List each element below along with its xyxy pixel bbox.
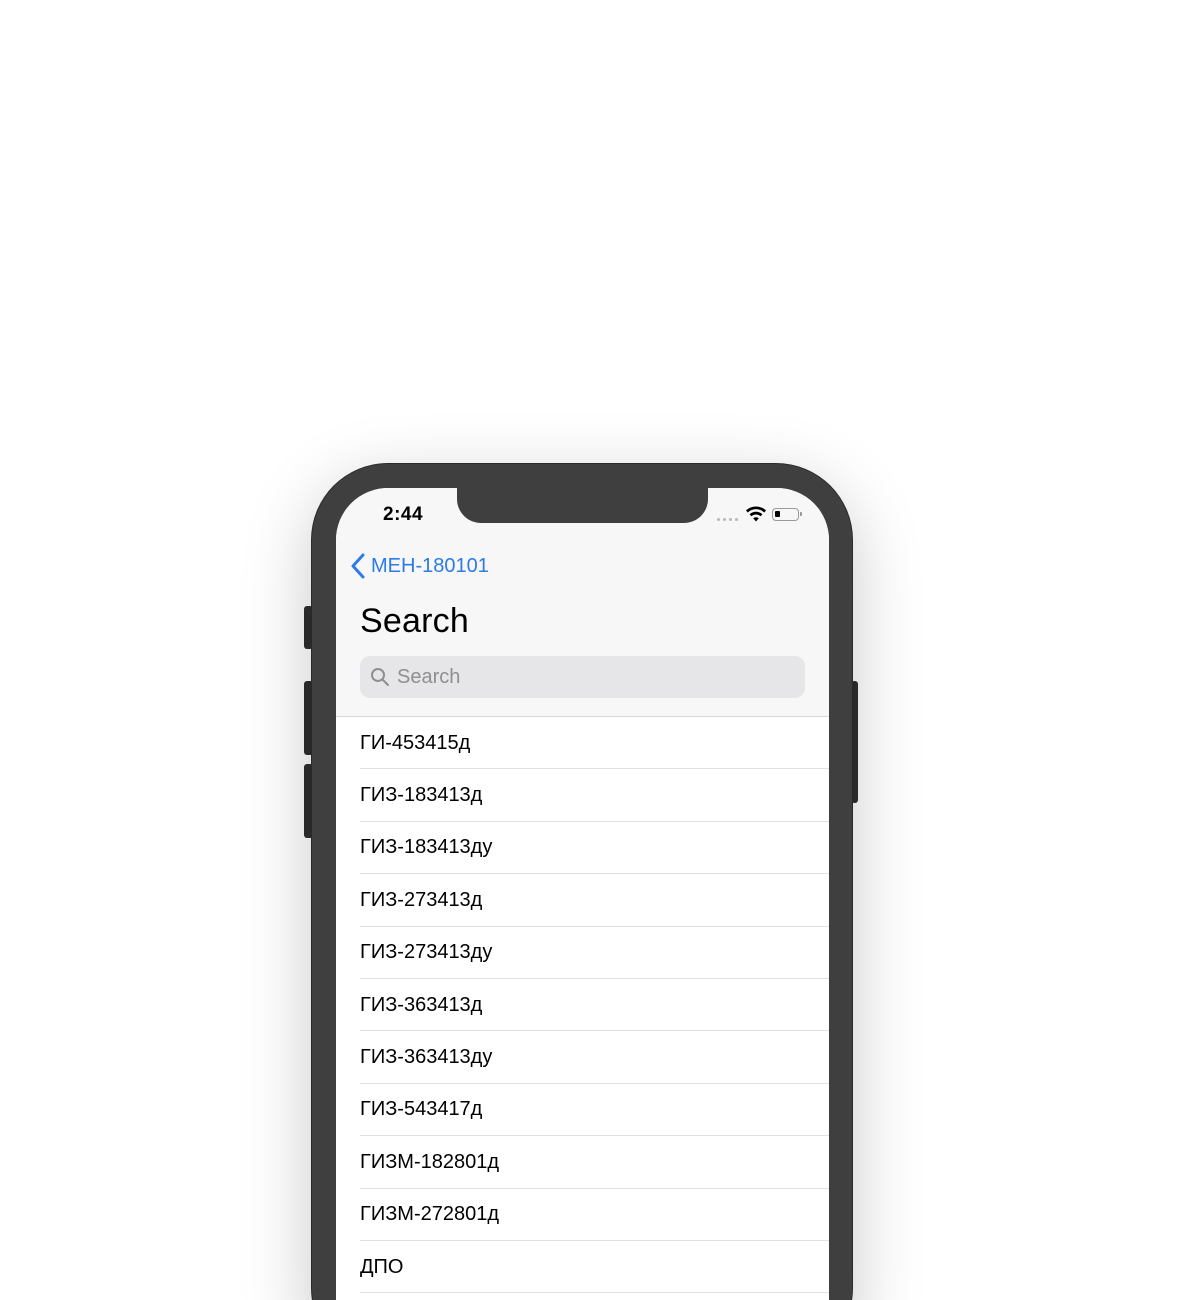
status-time: 2:44 (383, 504, 424, 525)
list-item[interactable]: ГИЗМ-182801д (336, 1136, 829, 1189)
chevron-left-icon (351, 553, 365, 579)
list-item[interactable]: ГИЗ-363413д (336, 979, 829, 1032)
list-item[interactable]: ГИЗ-183413ду (336, 822, 829, 875)
list-item[interactable]: ГИЗМ-272801д (336, 1189, 829, 1242)
back-button[interactable]: МЕН-180101 (350, 552, 489, 580)
list-item[interactable]: ГИЗ-543417д (336, 1084, 829, 1137)
list-item[interactable]: ГИЗ-363413ду (336, 1031, 829, 1085)
list-item[interactable]: ГИЗ-273413д (336, 874, 829, 927)
results-list: ГИ-453415д ГИЗ-183413д ГИЗ-183413ду ГИЗ-273… (336, 717, 829, 1294)
navigation-header: 2:44 МЕН-180101 Search Search (336, 488, 829, 717)
search-icon (371, 668, 389, 686)
power-button (851, 681, 858, 803)
list-item[interactable]: ГИЗ-183413д (336, 769, 829, 823)
list-item[interactable]: ГИ-453415д (336, 717, 829, 770)
list-item[interactable]: ГИЗ-273413ду (336, 927, 829, 980)
back-button-label: МЕН-180101 (371, 554, 489, 577)
page: 2:44 МЕН-180101 Search Search ГИ-453415д… (0, 0, 1200, 1300)
battery-icon (772, 508, 802, 521)
phone-screen: 2:44 МЕН-180101 Search Search ГИ-453415д… (336, 488, 829, 1300)
search-input[interactable] (397, 665, 777, 689)
list-item[interactable]: ДПО (336, 1241, 829, 1294)
wifi-icon (746, 506, 766, 522)
page-title: Search (360, 602, 469, 640)
search-bar[interactable] (360, 656, 805, 698)
cellular-signal-icon (717, 518, 739, 522)
notch (457, 488, 708, 523)
